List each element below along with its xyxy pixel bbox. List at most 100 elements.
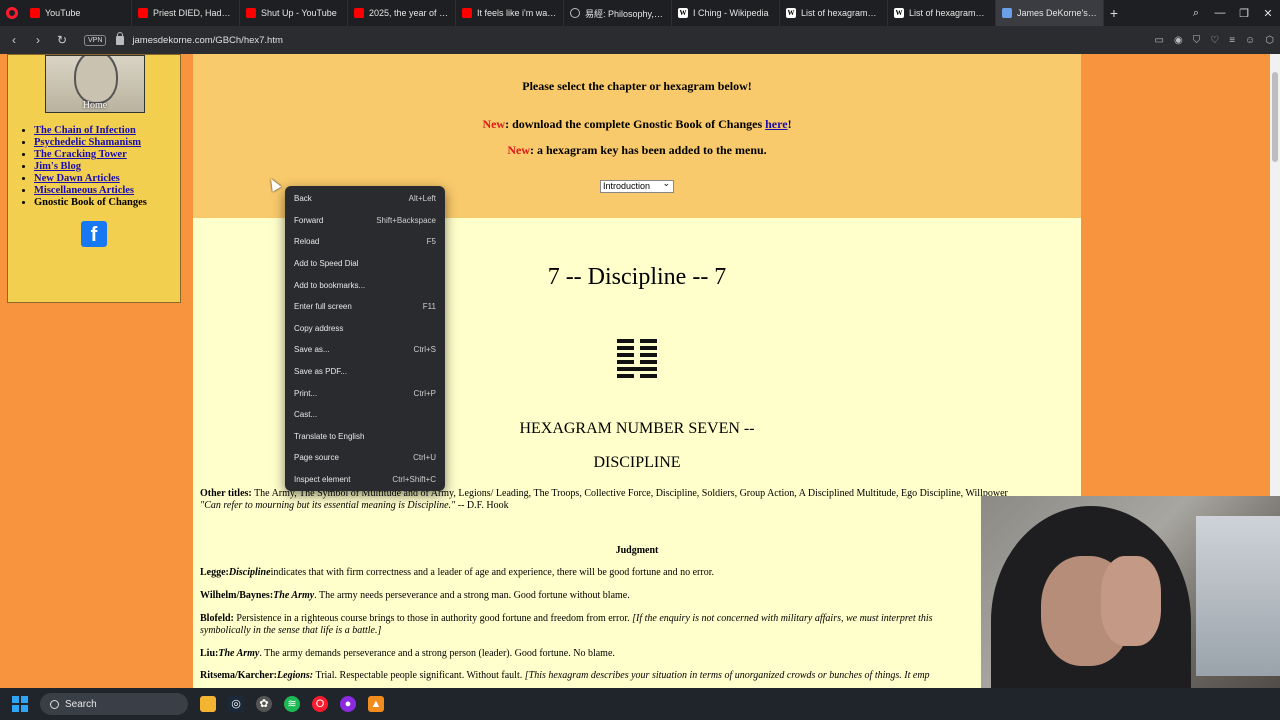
browser-tab[interactable]: W I Ching - Wikipedia (672, 0, 780, 26)
window-controls: ⌕ — ❐ ✕ (1184, 0, 1280, 26)
entry-title: Discipline (228, 567, 271, 578)
browser-tab[interactable]: 2025, the year of great le (348, 0, 456, 26)
vlc-icon[interactable]: ▲ (368, 696, 384, 712)
url-field[interactable]: jamesdekorne.com/GBCh/hex7.htm (132, 35, 282, 46)
windows-start-icon[interactable] (12, 696, 28, 712)
facebook-icon[interactable]: f (81, 221, 107, 247)
tab-search-icon[interactable]: ⌕ (1184, 7, 1208, 20)
youtube-icon (246, 8, 256, 18)
sidebar-link[interactable]: The Cracking Tower (34, 149, 127, 160)
context-menu-item[interactable]: Save as... Ctrl+S (285, 339, 445, 361)
close-window-button[interactable]: ✕ (1256, 7, 1280, 20)
context-menu-label: Add to Speed Dial (294, 259, 359, 269)
vpn-badge[interactable]: VPN (84, 34, 107, 46)
context-menu-item[interactable]: Save as PDF... (285, 361, 445, 383)
context-menu-item[interactable]: Add to bookmarks... (285, 274, 445, 296)
browser-tab[interactable]: W List of hexagrams of the (888, 0, 996, 26)
select-prompt: Please select the chapter or hexagram be… (522, 79, 752, 93)
browser-tab[interactable]: Shut Up - YouTube (240, 0, 348, 26)
context-menu-item[interactable]: Cast... (285, 404, 445, 426)
entry-italic: [If the enquiry is not concerned with mi… (632, 613, 933, 624)
entry-text: indicates that with firm correctness and… (270, 567, 714, 578)
entry-text: . The army needs perseverance and a stro… (314, 590, 630, 601)
context-menu-item[interactable]: Copy address (285, 318, 445, 340)
context-menu-item[interactable]: Forward Shift+Backspace (285, 210, 445, 232)
sidebar-link[interactable]: New Dawn Articles (34, 173, 120, 184)
tab-list: YouTube Priest DIED, Had PROFOU Shut Up - … (24, 0, 1104, 26)
opera-menu-icon[interactable] (0, 0, 24, 26)
context-menu-label: Add to bookmarks... (294, 280, 366, 290)
context-menu-item[interactable]: Enter full screen F11 (285, 296, 445, 318)
sidebar-item: Jim's Blog (34, 161, 147, 173)
file-explorer-icon[interactable] (200, 696, 216, 712)
extensions-icon[interactable]: ⬡ (1265, 35, 1274, 46)
steam-icon[interactable]: ◎ (228, 696, 244, 712)
shield-icon[interactable]: ⛉ (1193, 35, 1201, 46)
sidebar-item: Psychedelic Shamanism (34, 137, 147, 149)
obs-icon[interactable]: ● (340, 696, 356, 712)
judgment-entry: symbolically in the sense that life is a… (200, 625, 1080, 637)
entry-italic: symbolically in the sense that life is a… (200, 625, 382, 636)
context-menu-shortcut: F5 (426, 237, 436, 247)
browser-tab[interactable]: It feels like i'm waiting to (456, 0, 564, 26)
context-menu-item[interactable]: Inspect element Ctrl+Shift+C (285, 469, 445, 491)
profile-icon[interactable]: ☺ (1245, 35, 1255, 46)
sidebar-item: The Chain of Infection (34, 125, 147, 137)
tab-strip: YouTube Priest DIED, Had PROFOU Shut Up - … (0, 0, 1280, 26)
context-menu-label: Save as... (294, 345, 330, 355)
browser-tab[interactable]: Priest DIED, Had PROFOU (132, 0, 240, 26)
tab-label: 2025, the year of great le (369, 8, 449, 18)
download-here-link[interactable]: here (765, 117, 787, 131)
reader-icon[interactable]: ▭ (1155, 35, 1164, 46)
key-notice: New: a hexagram key has been added to th… (193, 143, 1081, 158)
back-button[interactable]: ‹ (6, 33, 22, 47)
sidebar-link[interactable]: Jim's Blog (34, 161, 81, 172)
snapshot-icon[interactable]: ◉ (1174, 35, 1183, 46)
tab-label: Priest DIED, Had PROFOU (153, 8, 233, 18)
sidebar-item: Miscellaneous Articles (34, 185, 147, 197)
sidebar-link[interactable]: The Chain of Infection (34, 125, 136, 136)
judgment-entry: Legge:Disciplineindicates that with firm… (200, 567, 1080, 579)
context-menu-label: Back (294, 194, 312, 204)
context-menu-item[interactable]: Back Alt+Left (285, 188, 445, 210)
context-menu: Back Alt+Left Forward Shift+Backspace Reload… (285, 186, 445, 491)
sidebar: Home The Chain of InfectionPsychedelic S… (7, 54, 181, 303)
spotify-icon[interactable]: ≋ (284, 696, 300, 712)
minimize-button[interactable]: — (1208, 7, 1232, 19)
context-menu-item[interactable]: Add to Speed Dial (285, 253, 445, 275)
context-menu-item[interactable]: Reload F5 (285, 231, 445, 253)
browser-tab[interactable]: W List of hexagrams of the (780, 0, 888, 26)
tab-label: James DeKorne's Official W (1017, 8, 1097, 18)
app-icon[interactable]: ✿ (256, 696, 272, 712)
scrollbar-thumb[interactable] (1272, 72, 1278, 162)
heart-icon[interactable]: ♡ (1210, 35, 1219, 46)
home-portrait-link[interactable]: Home (45, 55, 145, 113)
sidebar-link[interactable]: Miscellaneous Articles (34, 185, 134, 196)
entry-who: Wilhelm/Baynes: (200, 590, 274, 601)
context-menu-shortcut: Ctrl+Shift+C (392, 475, 436, 485)
context-menu-item[interactable]: Page source Ctrl+U (285, 447, 445, 469)
browser-tab[interactable]: 易經: Philosophy, Divinat (564, 0, 672, 26)
entry-title: The Army (218, 648, 260, 659)
webcam-background (1196, 516, 1280, 676)
judgment-entry: Ritsema/Karcher:Legions: Trial. Respecta… (200, 670, 1080, 682)
chapter-select[interactable]: Introduction (600, 178, 674, 193)
context-menu-item[interactable]: Translate to English (285, 426, 445, 448)
lock-icon[interactable] (116, 31, 125, 45)
forward-button[interactable]: › (30, 33, 46, 47)
other-titles: Other titles: The Army, The Symbol of Mu… (200, 488, 1070, 512)
globe-icon (570, 8, 580, 18)
browser-tab[interactable]: YouTube (24, 0, 132, 26)
taskbar: Search ◎ ✿ ≋ O ● ▲ (0, 688, 1280, 720)
opera-icon[interactable]: O (312, 696, 328, 712)
sidebar-link[interactable]: Psychedelic Shamanism (34, 137, 141, 148)
maximize-button[interactable]: ❐ (1232, 7, 1256, 20)
context-menu-item[interactable]: Print... Ctrl+P (285, 382, 445, 404)
tab-label: YouTube (45, 8, 81, 18)
new-tab-button[interactable]: + (1104, 0, 1124, 26)
browser-tab[interactable]: James DeKorne's Official W (996, 0, 1104, 26)
taskbar-search[interactable]: Search (40, 693, 188, 715)
reload-button[interactable]: ↻ (54, 33, 70, 47)
menu-icon[interactable]: ≡ (1229, 35, 1235, 46)
tab-label: 易經: Philosophy, Divinat (585, 8, 665, 19)
